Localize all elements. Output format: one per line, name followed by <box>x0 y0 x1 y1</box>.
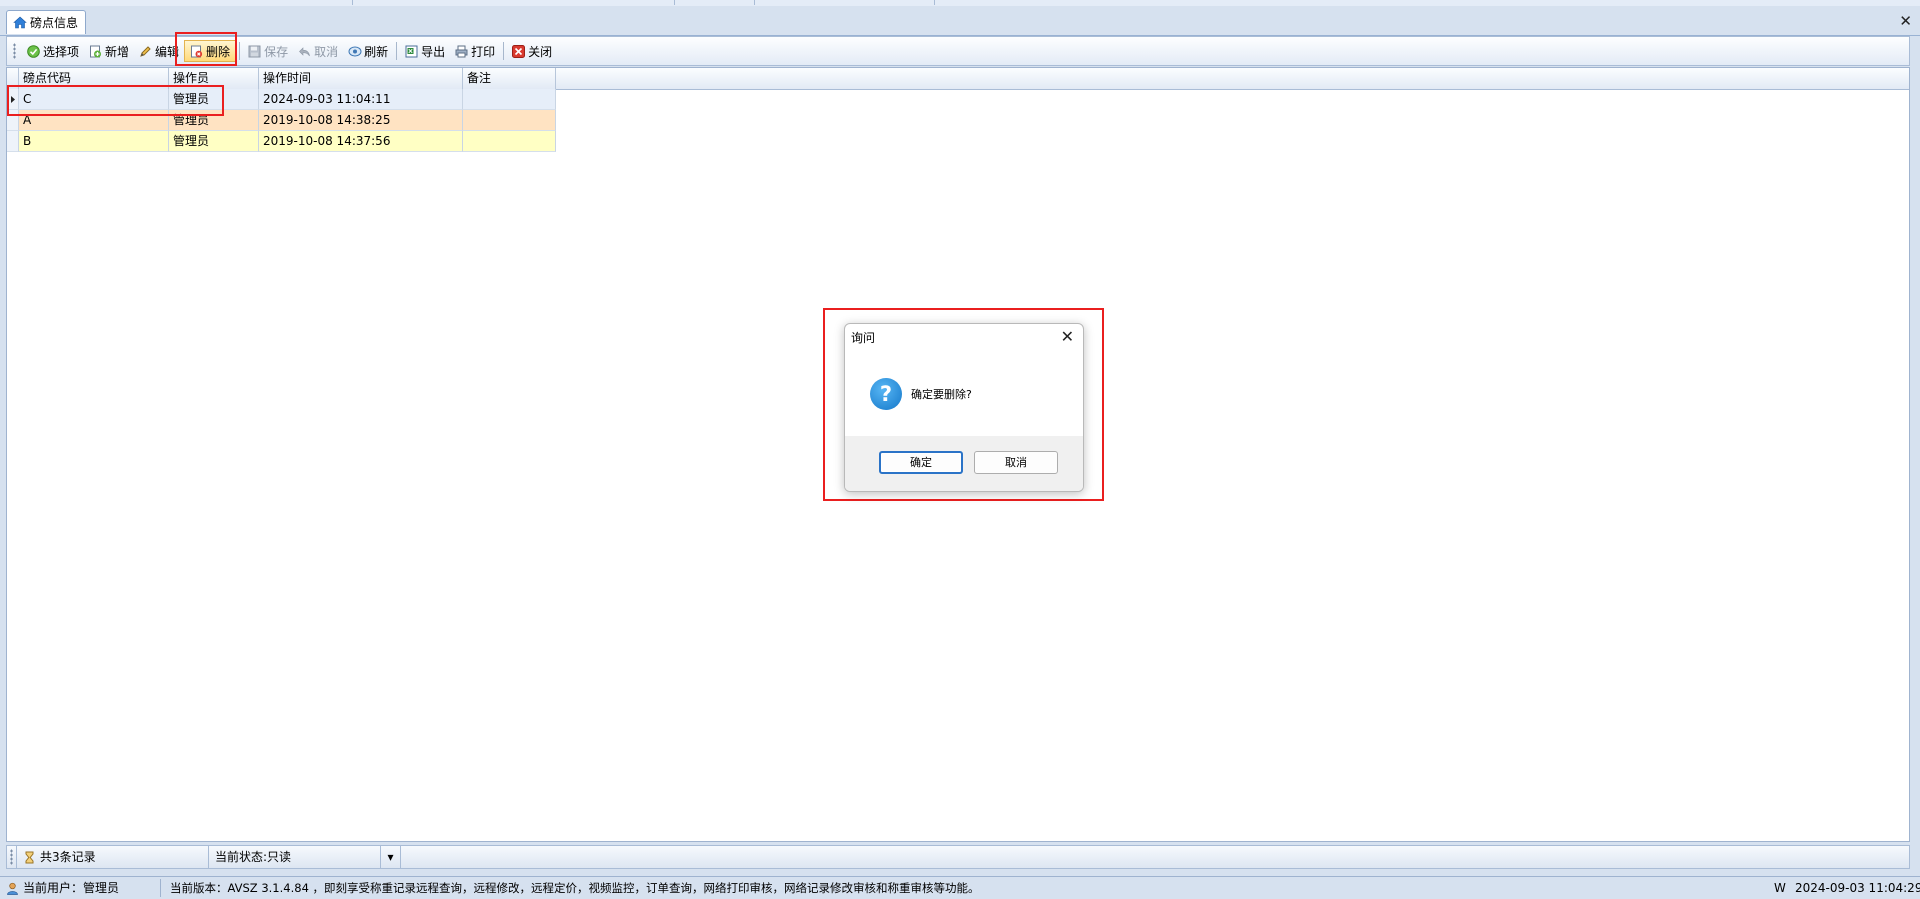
export-button[interactable]: 导出 <box>400 40 450 62</box>
cell-time[interactable]: 2024-09-03 11:04:11 <box>259 89 463 110</box>
add-button[interactable]: 新增 <box>84 40 134 62</box>
user-icon <box>7 882 18 895</box>
home-icon <box>13 16 27 29</box>
cell-code[interactable]: A <box>19 110 169 131</box>
cell-code[interactable]: B <box>19 131 169 152</box>
check-circle-icon <box>27 44 40 58</box>
dialog-ok-button[interactable]: 确定 <box>879 451 963 474</box>
grid-state: 当前状态:只读 <box>209 846 381 868</box>
confirm-dialog: 询问 ✕ ? 确定要删除? 确定 取消 <box>844 323 1084 492</box>
printer-icon <box>455 45 468 58</box>
toolbar-separator <box>396 42 398 60</box>
question-icon: ? <box>870 378 902 410</box>
record-count: 共3条记录 <box>17 846 209 868</box>
save-button[interactable]: 保存 <box>243 40 293 62</box>
cell-note[interactable] <box>463 89 556 110</box>
cancel-button[interactable]: 取消 <box>293 40 343 62</box>
toolbar-grip[interactable] <box>13 43 16 59</box>
dialog-message: 确定要删除? <box>911 388 972 401</box>
dialog-cancel-button[interactable]: 取消 <box>974 451 1058 474</box>
column-header-time[interactable]: 操作时间 <box>259 68 463 89</box>
pencil-icon <box>139 45 152 58</box>
close-button[interactable]: 关闭 <box>507 40 557 62</box>
current-user: 当前用户：管理员 <box>6 877 119 899</box>
delete-doc-icon <box>190 45 203 58</box>
delete-button[interactable]: 删除 <box>184 40 237 62</box>
column-header-operator[interactable]: 操作员 <box>169 68 259 89</box>
version-info: 当前版本：AVSZ 3.1.4.84 ，即刻享受称重记录远程查询，远程修改，远程… <box>170 881 980 895</box>
column-header-note[interactable]: 备注 <box>463 68 556 89</box>
menu-segment <box>674 0 755 5</box>
status-w: W <box>1774 881 1786 895</box>
hourglass-icon <box>25 851 34 863</box>
tab-weigh-point-info[interactable]: 磅点信息 <box>6 10 86 34</box>
toolbar-separator <box>503 42 505 60</box>
cell-time[interactable]: 2019-10-08 14:38:25 <box>259 110 463 131</box>
status-grip <box>7 846 17 868</box>
floppy-disk-icon <box>248 45 261 58</box>
cell-operator[interactable]: 管理员 <box>169 89 259 110</box>
status-separator <box>160 879 161 897</box>
header-corner <box>7 68 19 89</box>
close-red-icon <box>512 44 526 58</box>
excel-export-icon <box>405 45 418 58</box>
app-status-bar: 当前用户：管理员 当前版本：AVSZ 3.1.4.84 ，即刻享受称重记录远程查… <box>0 876 1920 899</box>
refresh-icon <box>348 45 362 58</box>
status-datetime: 2024-09-03 11:04:29 <box>1795 881 1920 895</box>
add-doc-icon <box>89 45 102 58</box>
row-pointer-icon <box>11 96 15 103</box>
menu-segment <box>0 0 353 5</box>
grid-header: 磅点代码 操作员 操作时间 备注 <box>7 68 1909 90</box>
tab-label: 磅点信息 <box>30 16 79 30</box>
select-items-button[interactable]: 选择项 <box>22 40 84 62</box>
menu-segment <box>754 0 935 5</box>
refresh-button[interactable]: 刷新 <box>343 40 393 62</box>
cell-time[interactable]: 2019-10-08 14:37:56 <box>259 131 463 152</box>
toolbar-separator <box>239 42 241 60</box>
row-indicator[interactable] <box>7 110 19 131</box>
edit-button[interactable]: 编辑 <box>134 40 184 62</box>
dialog-close-icon[interactable]: ✕ <box>1061 327 1074 346</box>
menu-segment <box>352 0 675 5</box>
dialog-footer: 确定 取消 <box>845 436 1083 491</box>
status-grip-dots <box>10 849 13 865</box>
toolbar: 选择项 新增 编辑 删除 保存 取消 刷新 导出 打印 关闭 <box>6 36 1910 66</box>
cell-operator[interactable]: 管理员 <box>169 110 259 131</box>
row-indicator[interactable] <box>7 89 19 110</box>
close-tab-icon[interactable]: ✕ <box>1899 14 1912 29</box>
cell-note[interactable] <box>463 131 556 152</box>
undo-arrow-icon <box>298 45 311 58</box>
cell-note[interactable] <box>463 110 556 131</box>
dialog-title: 询问 <box>851 331 876 345</box>
cell-operator[interactable]: 管理员 <box>169 131 259 152</box>
cell-code[interactable]: C <box>19 89 169 110</box>
grid-status-bar: 共3条记录 当前状态:只读 ▾ <box>6 845 1910 869</box>
print-button[interactable]: 打印 <box>450 40 500 62</box>
column-header-code[interactable]: 磅点代码 <box>19 68 169 89</box>
status-dropdown-icon[interactable]: ▾ <box>381 846 401 868</box>
tab-row: 磅点信息 ✕ <box>0 6 1920 36</box>
row-indicator[interactable] <box>7 131 19 152</box>
